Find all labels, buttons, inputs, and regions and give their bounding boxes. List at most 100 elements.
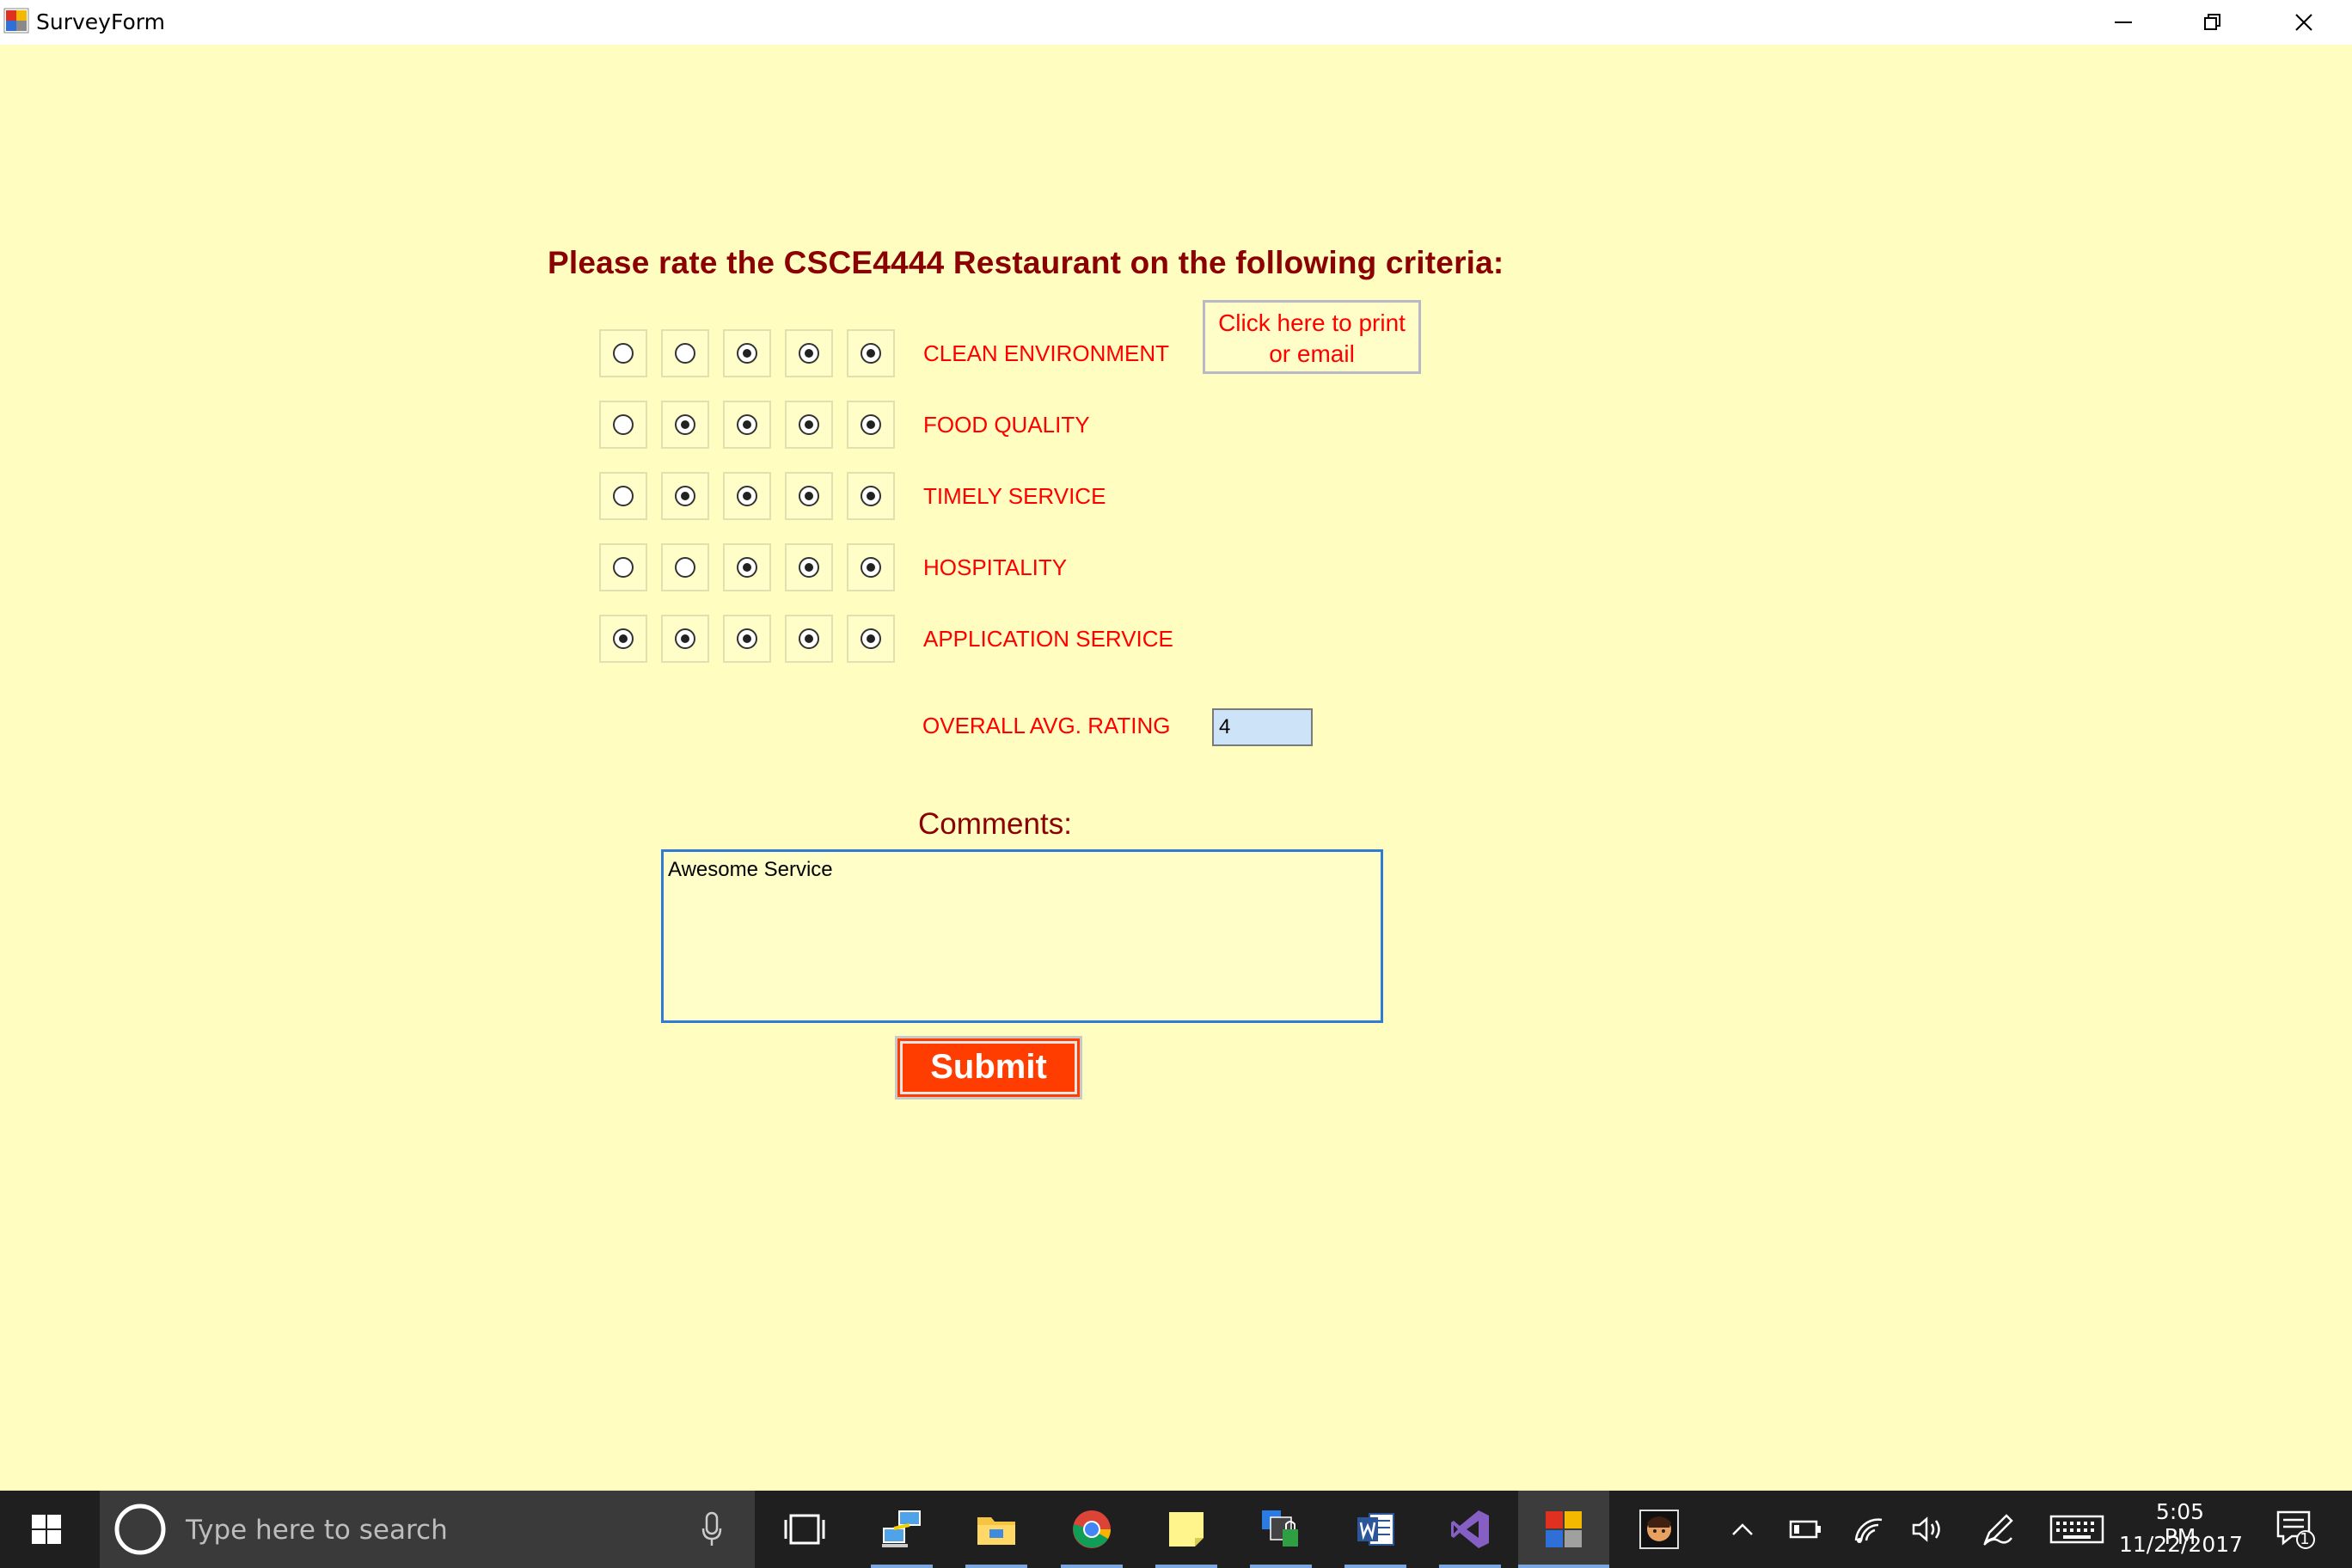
rating-radio[interactable] xyxy=(847,401,895,449)
rating-radio[interactable] xyxy=(723,472,771,520)
radio-checked-icon xyxy=(861,343,881,364)
word-icon xyxy=(1357,1513,1394,1546)
keyboard-icon xyxy=(2049,1515,2104,1544)
battery-button[interactable] xyxy=(1785,1491,1826,1568)
radio-checked-icon xyxy=(861,486,881,506)
battery-icon xyxy=(1789,1520,1821,1539)
taskbar-search-box[interactable]: Type here to search xyxy=(100,1491,755,1568)
rating-radio[interactable] xyxy=(599,543,647,591)
rating-radio[interactable] xyxy=(847,329,895,377)
taskbar-app-surveyform[interactable] xyxy=(1518,1491,1609,1568)
cortana-icon xyxy=(114,1504,166,1555)
radio-checked-icon xyxy=(861,557,881,578)
radio-unchecked-icon xyxy=(675,343,695,364)
app-running-indicator xyxy=(1250,1565,1312,1568)
maximize-icon xyxy=(2204,14,2220,30)
taskbar-app-explorer[interactable] xyxy=(965,1491,1027,1568)
rating-radio[interactable] xyxy=(847,615,895,663)
taskbar-app-sticky-notes[interactable] xyxy=(1155,1491,1217,1568)
criterion-label: TIMELY SERVICE xyxy=(923,483,1106,509)
radio-checked-icon xyxy=(613,628,634,649)
surveyform-app-icon xyxy=(1546,1511,1582,1547)
rating-radio[interactable] xyxy=(599,472,647,520)
app-running-indicator xyxy=(871,1565,933,1568)
rating-radio[interactable] xyxy=(785,615,833,663)
rating-radio[interactable] xyxy=(661,543,709,591)
criterion-label: HOSPITALITY xyxy=(923,554,1068,580)
rating-radio[interactable] xyxy=(723,329,771,377)
radio-checked-icon xyxy=(799,628,819,649)
close-icon xyxy=(2295,14,2312,31)
rating-radio[interactable] xyxy=(661,401,709,449)
criterion-label: CLEAN ENVIRONMENT xyxy=(923,340,1170,366)
rating-radio[interactable] xyxy=(785,401,833,449)
taskbar-app-photo[interactable] xyxy=(1628,1491,1690,1568)
show-hidden-icons-button[interactable] xyxy=(1723,1491,1762,1568)
radio-checked-icon xyxy=(737,343,757,364)
radio-checked-icon xyxy=(675,414,695,435)
criterion-label: APPLICATION SERVICE xyxy=(923,626,1173,652)
rating-radio[interactable] xyxy=(785,472,833,520)
taskbar-app-network[interactable] xyxy=(871,1491,933,1568)
folder-icon xyxy=(977,1517,1015,1545)
clock-date[interactable]: 11/22/2017 xyxy=(2116,1532,2245,1557)
overall-rating-field[interactable]: 4 xyxy=(1212,708,1313,746)
chevron-up-icon xyxy=(1732,1523,1753,1535)
submit-button[interactable]: Submit xyxy=(895,1036,1082,1099)
criterion-label: FOOD QUALITY xyxy=(923,412,1090,438)
print-or-email-button[interactable]: Click here to print or email xyxy=(1203,300,1421,374)
radio-checked-icon xyxy=(799,343,819,364)
restore-button[interactable] xyxy=(2168,0,2257,45)
radio-checked-icon xyxy=(675,628,695,649)
pen-icon xyxy=(1983,1514,2013,1546)
rating-radio[interactable] xyxy=(599,615,647,663)
chrome-icon xyxy=(1073,1510,1111,1548)
rating-radio[interactable] xyxy=(599,329,647,377)
taskbar-app-chrome[interactable] xyxy=(1061,1491,1123,1568)
radio-checked-icon xyxy=(675,486,695,506)
pen-workspace-button[interactable] xyxy=(1977,1491,2018,1568)
radio-unchecked-icon xyxy=(675,557,695,578)
start-button[interactable] xyxy=(0,1491,93,1568)
taskbar-app-word[interactable] xyxy=(1344,1491,1406,1568)
taskbar-app-store[interactable] xyxy=(1250,1491,1312,1568)
rating-radio[interactable] xyxy=(785,329,833,377)
action-center-button[interactable]: 1 xyxy=(2264,1491,2326,1568)
radio-checked-icon xyxy=(861,414,881,435)
volume-button[interactable] xyxy=(1907,1491,1948,1568)
rating-radio[interactable] xyxy=(661,615,709,663)
task-view-button[interactable] xyxy=(774,1491,836,1568)
minimize-icon xyxy=(2115,21,2132,23)
rating-radio[interactable] xyxy=(785,543,833,591)
rating-radio[interactable] xyxy=(723,543,771,591)
comments-textarea[interactable]: Awesome Service xyxy=(661,849,1383,1023)
rating-radio[interactable] xyxy=(847,472,895,520)
touch-keyboard-button[interactable] xyxy=(2044,1491,2110,1568)
taskbar: Type here to search 5:05 PM 11/22/2017 1 xyxy=(0,1491,2352,1568)
wifi-icon xyxy=(1854,1518,1883,1543)
radio-checked-icon xyxy=(737,414,757,435)
survey-heading: Please rate the CSCE4444 Restaurant on t… xyxy=(548,245,1504,280)
wifi-button[interactable] xyxy=(1848,1491,1890,1568)
rating-radio[interactable] xyxy=(723,401,771,449)
store-lock-icon xyxy=(1262,1510,1298,1547)
taskbar-app-visual-studio[interactable] xyxy=(1439,1491,1501,1568)
rating-radio[interactable] xyxy=(661,329,709,377)
radio-unchecked-icon xyxy=(613,486,634,506)
app-running-indicator xyxy=(1155,1565,1217,1568)
overall-rating-label: OVERALL AVG. RATING xyxy=(922,713,1171,738)
minimize-button[interactable] xyxy=(2079,0,2168,45)
rating-radio[interactable] xyxy=(661,472,709,520)
task-view-icon xyxy=(784,1514,825,1545)
close-button[interactable] xyxy=(2259,0,2349,45)
network-app-icon xyxy=(882,1510,921,1547)
notification-count: 1 xyxy=(2300,1530,2310,1548)
rating-radio[interactable] xyxy=(847,543,895,591)
app-running-indicator xyxy=(1344,1565,1406,1568)
microphone-icon[interactable] xyxy=(701,1511,722,1547)
app-running-indicator xyxy=(965,1565,1027,1568)
rating-radio[interactable] xyxy=(723,615,771,663)
sticky-notes-icon xyxy=(1169,1512,1204,1547)
radio-checked-icon xyxy=(799,486,819,506)
rating-radio[interactable] xyxy=(599,401,647,449)
